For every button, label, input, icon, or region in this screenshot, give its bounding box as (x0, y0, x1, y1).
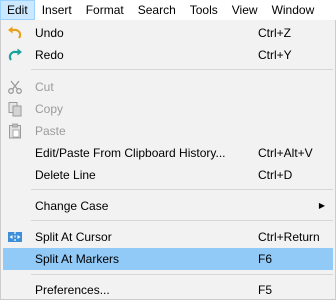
menu-item-label: Paste (35, 124, 66, 138)
menubar-view[interactable]: View (225, 0, 265, 20)
menubar-edit[interactable]: Edit (0, 0, 35, 20)
menubar-window[interactable]: Window (265, 0, 322, 20)
menu-item-shortcut: Ctrl+Z (258, 26, 291, 40)
menu-item-split-at-cursor[interactable]: Split At Cursor Ctrl+Return (3, 226, 333, 248)
edit-menu-dropdown: Undo Ctrl+Z Redo Ctrl+Y Cut Copy Paste E… (0, 20, 336, 300)
menu-item-paste-history[interactable]: Edit/Paste From Clipboard History... Ctr… (3, 142, 333, 164)
menu-item-shortcut: F6 (258, 252, 273, 266)
clipboard-icon (7, 123, 23, 139)
menu-item-label: Split At Markers (35, 252, 120, 266)
redo-icon (7, 47, 23, 63)
split-icon (7, 229, 23, 245)
submenu-arrow-icon: ▶ (318, 201, 325, 210)
menu-item-cut[interactable]: Cut (3, 76, 333, 98)
menu-item-shortcut: Ctrl+Return (258, 230, 320, 244)
menu-item-shortcut: F5 (258, 283, 273, 297)
menu-item-label: Cut (35, 80, 54, 94)
menu-item-label: Undo (35, 26, 64, 40)
menu-item-shortcut: Ctrl+Y (258, 48, 292, 62)
menubar-search[interactable]: Search (131, 0, 183, 20)
undo-icon (7, 25, 23, 41)
menu-separator (31, 274, 333, 275)
menu-item-shortcut: Ctrl+Alt+V (258, 146, 313, 160)
menu-item-change-case[interactable]: Change Case ▶ (3, 195, 333, 217)
menubar-format[interactable]: Format (79, 0, 131, 20)
menu-item-copy[interactable]: Copy (3, 98, 333, 120)
menu-item-shortcut: Ctrl+D (258, 168, 293, 182)
menu-separator (31, 69, 333, 70)
menu-item-redo[interactable]: Redo Ctrl+Y (3, 44, 333, 66)
menu-item-paste[interactable]: Paste (3, 120, 333, 142)
menu-item-label: Copy (35, 102, 64, 116)
menu-item-delete-line[interactable]: Delete Line Ctrl+D (3, 164, 333, 186)
copy-icon (7, 101, 23, 117)
menu-item-label: Split At Cursor (35, 230, 112, 244)
menu-separator (31, 220, 333, 221)
menubar-tools[interactable]: Tools (183, 0, 225, 20)
menu-item-undo[interactable]: Undo Ctrl+Z (3, 22, 333, 44)
menu-separator (31, 189, 333, 190)
menubar-insert[interactable]: Insert (35, 0, 79, 20)
menu-item-preferences[interactable]: Preferences... F5 (3, 279, 333, 300)
menu-item-split-at-markers[interactable]: Split At Markers F6 (3, 248, 333, 270)
menu-item-label: Redo (35, 48, 64, 62)
menu-item-label: Preferences... (35, 283, 110, 297)
menu-bar: Edit Insert Format Search Tools View Win… (0, 0, 336, 20)
menu-item-label: Change Case (35, 199, 109, 213)
menu-item-label: Delete Line (35, 168, 96, 182)
scissors-icon (7, 79, 23, 95)
menu-item-label: Edit/Paste From Clipboard History... (35, 146, 226, 160)
